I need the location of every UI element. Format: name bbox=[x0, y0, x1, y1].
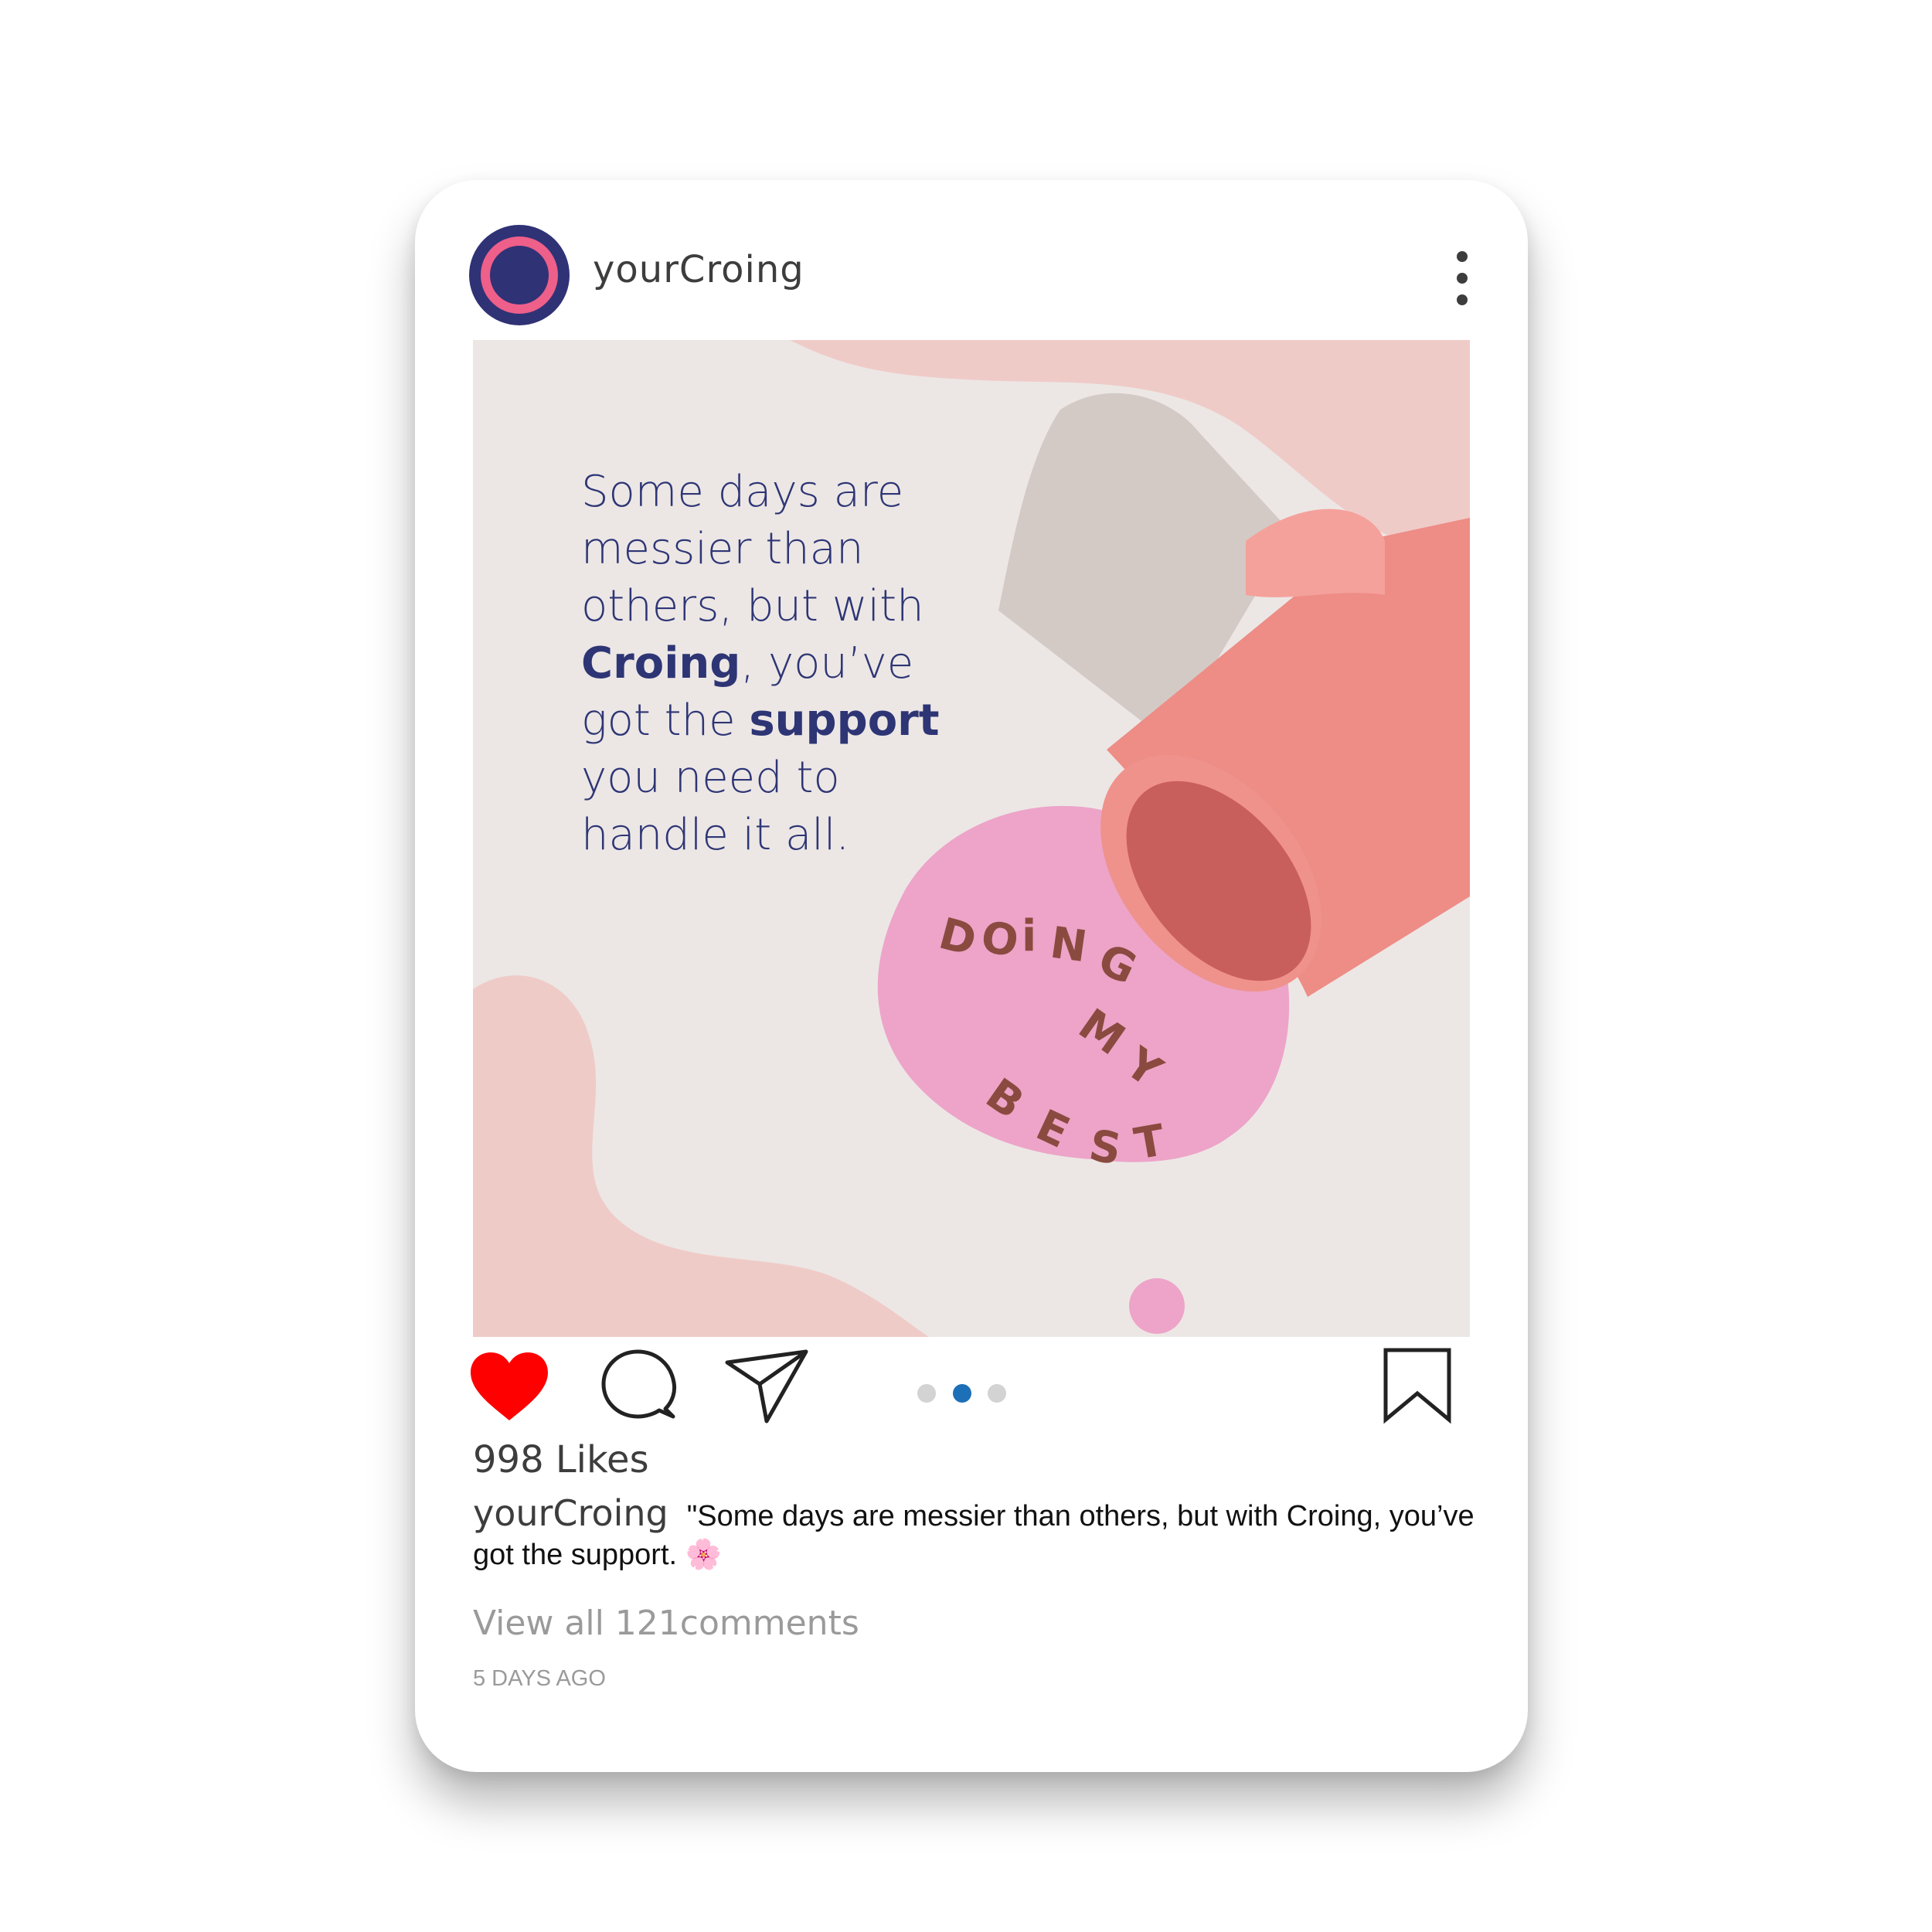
post-timestamp: 5 DAYS AGO bbox=[473, 1666, 606, 1691]
view-comments-link[interactable]: View all 121comments bbox=[473, 1604, 859, 1643]
post-username[interactable]: yourCroing bbox=[593, 248, 804, 291]
bookmark-icon[interactable] bbox=[1383, 1347, 1452, 1424]
send-icon[interactable] bbox=[724, 1349, 809, 1426]
caption-username[interactable]: yourCroing bbox=[473, 1492, 668, 1534]
svg-text:i: i bbox=[1022, 911, 1036, 961]
avatar[interactable] bbox=[469, 225, 570, 325]
post-card: yourCroing D O i N G M Y B E S T Some da… bbox=[415, 180, 1528, 1772]
post-image-text: Some days are messier than others, but w… bbox=[581, 467, 940, 860]
post-image[interactable]: D O i N G M Y B E S T Some days are mess… bbox=[473, 340, 1470, 1337]
carousel-dot[interactable] bbox=[988, 1384, 1006, 1403]
likes-count[interactable]: 998 Likes bbox=[473, 1438, 649, 1481]
heart-icon[interactable] bbox=[469, 1351, 550, 1424]
carousel-dot-active[interactable] bbox=[953, 1384, 971, 1403]
comment-icon[interactable] bbox=[600, 1349, 678, 1426]
carousel-dot[interactable] bbox=[917, 1384, 936, 1403]
more-vertical-icon[interactable] bbox=[1447, 251, 1478, 307]
caption: yourCroing "Some days are messier than ot… bbox=[473, 1494, 1478, 1574]
svg-text:N: N bbox=[1047, 917, 1090, 972]
